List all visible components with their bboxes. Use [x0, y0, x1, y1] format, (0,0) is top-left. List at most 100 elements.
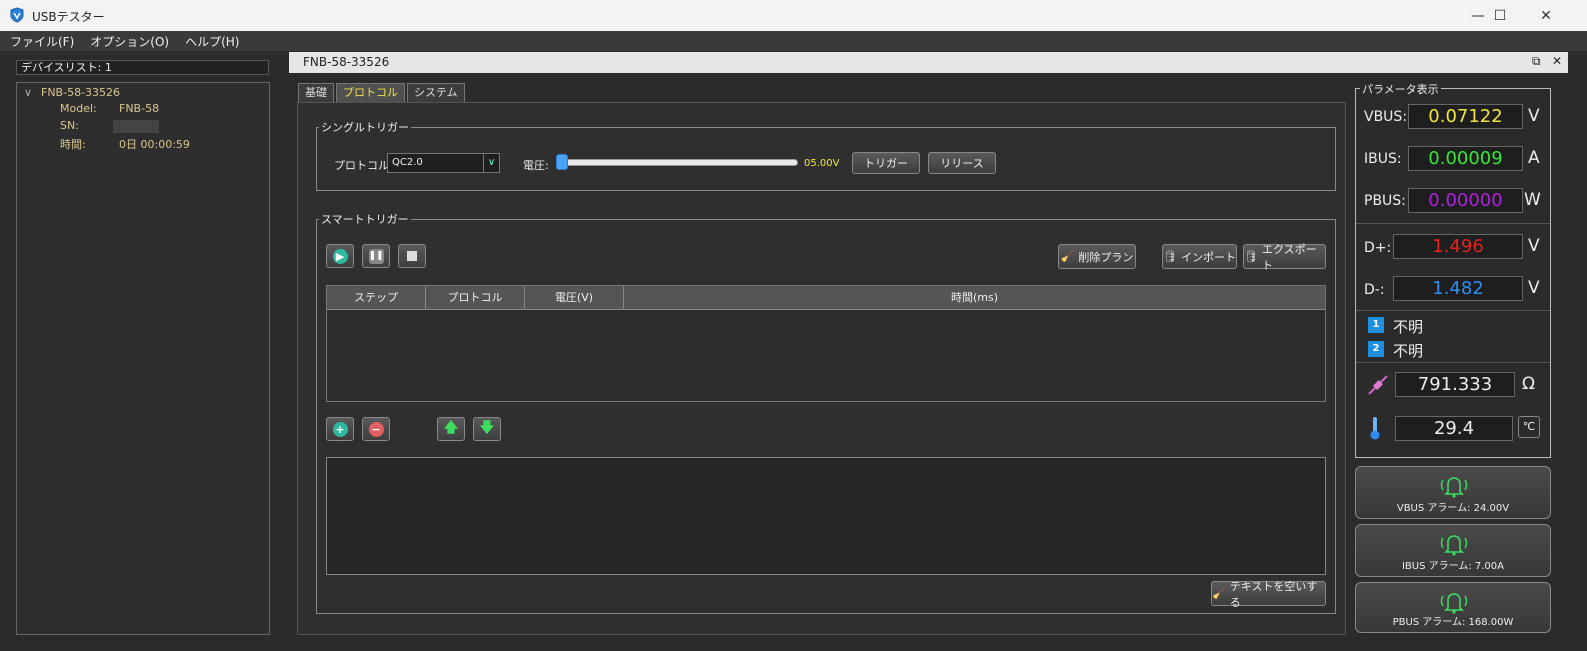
menu-options[interactable]: オプション(O)	[82, 33, 177, 50]
table-header: ステップ プロトコル 電圧(V) 時間(ms)	[327, 286, 1325, 310]
log-textarea[interactable]	[326, 457, 1326, 575]
port-2-badge: 2	[1368, 341, 1384, 357]
play-icon: ▶	[332, 248, 348, 264]
parameter-panel-legend: パラメータ表示	[1360, 81, 1441, 97]
delete-plan-label: 削除プラン	[1078, 250, 1134, 264]
column-header-time[interactable]: 時間(ms)	[624, 286, 1325, 309]
pause-button[interactable]: ❚❚	[362, 244, 390, 268]
document-title-bar: FNB-58-33526 ⧉ ✕	[289, 52, 1568, 73]
dminus-value: 1.482	[1393, 276, 1523, 301]
trigger-button[interactable]: トリガー	[852, 152, 920, 174]
port-1-status: 不明	[1393, 318, 1424, 336]
export-label: エクスポート	[1261, 242, 1317, 272]
database-icon: 🛢	[1244, 250, 1258, 263]
tab-protocol[interactable]: プロトコル	[336, 83, 405, 102]
app-shield-icon	[10, 7, 24, 23]
export-button[interactable]: 🛢 エクスポート	[1243, 243, 1326, 272]
release-button-label: リリース	[940, 157, 984, 170]
tab-basic[interactable]: 基礎	[298, 83, 334, 102]
ibus-alarm-label: IBUS アラーム: 7.00A	[1401, 561, 1504, 572]
pbus-alarm-button[interactable]: PBUS アラーム: 168.00W	[1355, 582, 1551, 633]
voltage-slider-handle[interactable]	[556, 154, 568, 170]
protocol-select[interactable]: QC2.0 ∨	[387, 153, 500, 173]
ibus-value: 0.00009	[1408, 146, 1523, 171]
parameter-panel: パラメータ表示	[1355, 81, 1551, 458]
release-button[interactable]: リリース	[928, 152, 996, 174]
divider	[1356, 223, 1550, 224]
temperature-value: 29.4	[1395, 416, 1513, 441]
remove-step-button[interactable]: −	[362, 417, 390, 441]
database-icon: 🛢	[1163, 250, 1177, 263]
document-title: FNB-58-33526	[303, 55, 390, 69]
resistance-value: 791.333	[1395, 372, 1515, 397]
port-1-badge: 1	[1368, 317, 1384, 333]
bell-icon	[1440, 477, 1468, 498]
clear-text-button[interactable]: 🧹 テキストを空いする	[1211, 580, 1326, 609]
ibus-label: IBUS:	[1364, 151, 1402, 167]
model-value: FNB-58	[119, 102, 160, 115]
protocol-label: プロトコル:	[334, 159, 393, 172]
minus-icon: −	[368, 421, 384, 437]
pause-icon: ❚❚	[368, 248, 384, 264]
ibus-alarm-button[interactable]: IBUS アラーム: 7.00A	[1355, 524, 1551, 577]
voltage-value: 05.00V	[804, 158, 840, 169]
steps-table[interactable]: ステップ プロトコル 電圧(V) 時間(ms)	[326, 285, 1326, 402]
import-button[interactable]: 🛢 インポート	[1162, 244, 1237, 269]
trigger-button-label: トリガー	[864, 157, 908, 170]
column-header-protocol[interactable]: プロトコル	[426, 286, 525, 309]
broom-icon: 🧹	[1212, 587, 1226, 600]
restore-icon[interactable]: ⧉	[1532, 54, 1541, 69]
vbus-alarm-label: VBUS アラーム: 24.00V	[1396, 503, 1510, 514]
ibus-unit: A	[1528, 148, 1540, 168]
bell-icon	[1440, 593, 1468, 614]
broom-icon: 🧹	[1060, 250, 1075, 263]
tree-expand-icon[interactable]: ∨	[24, 86, 32, 99]
thermometer-icon	[1370, 417, 1380, 440]
protocol-select-value: QC2.0	[392, 157, 423, 168]
pbus-value: 0.00000	[1408, 188, 1523, 213]
plus-icon: +	[332, 421, 348, 437]
single-trigger-legend: シングルトリガー	[321, 121, 409, 134]
close-button[interactable]: ✕	[1523, 0, 1569, 31]
voltage-slider[interactable]	[560, 159, 798, 166]
dminus-unit: V	[1528, 278, 1540, 298]
tree-device-name[interactable]: FNB-58-33526	[41, 86, 120, 99]
dminus-label: D-:	[1364, 282, 1385, 298]
menu-help[interactable]: ヘルプ(H)	[177, 33, 247, 50]
move-down-button[interactable]: 🡇	[473, 417, 501, 441]
column-header-voltage[interactable]: 電圧(V)	[525, 286, 624, 309]
vbus-value: 0.07122	[1408, 104, 1523, 129]
dplus-unit: V	[1528, 236, 1540, 256]
smart-trigger-legend: スマートトリガー	[321, 213, 409, 226]
device-tree[interactable]: ∨ FNB-58-33526 Model: FNB-58 SN: 時間: 0日 …	[16, 82, 270, 635]
dplus-value: 1.496	[1393, 234, 1523, 259]
clear-text-label: テキストを空いする	[1229, 579, 1318, 609]
column-header-step[interactable]: ステップ	[327, 286, 426, 309]
model-label: Model:	[60, 102, 97, 115]
add-step-button[interactable]: +	[326, 417, 354, 441]
stop-icon	[407, 251, 417, 261]
play-button[interactable]: ▶	[326, 244, 354, 268]
vbus-alarm-button[interactable]: VBUS アラーム: 24.00V	[1355, 466, 1551, 519]
title-bar: USBテスター — ☐ ✕	[0, 0, 1587, 31]
vbus-unit: V	[1528, 106, 1540, 126]
time-value: 0日 00:00:59	[119, 138, 190, 151]
arrow-up-icon: 🡅	[443, 420, 459, 436]
menu-bar: ファイル(F) オプション(O) ヘルプ(H)	[0, 31, 1587, 51]
temperature-unit-button[interactable]: ℃	[1518, 416, 1540, 438]
divider	[1356, 362, 1550, 363]
doc-close-icon[interactable]: ✕	[1552, 54, 1562, 68]
delete-plan-button[interactable]: 🧹 削除プラン	[1058, 244, 1136, 269]
menu-file[interactable]: ファイル(F)	[0, 33, 82, 50]
move-up-button[interactable]: 🡅	[437, 417, 465, 441]
pbus-unit: W	[1524, 190, 1541, 210]
window-title: USBテスター	[32, 10, 105, 24]
maximize-button[interactable]: ☐	[1477, 0, 1523, 31]
resistor-icon	[1368, 375, 1388, 395]
tab-system[interactable]: システム	[407, 83, 465, 102]
stop-button[interactable]	[398, 244, 426, 268]
resistance-unit: Ω	[1522, 374, 1535, 394]
time-label: 時間:	[60, 138, 86, 151]
chevron-down-icon[interactable]: ∨	[483, 154, 499, 172]
divider	[1356, 310, 1550, 311]
